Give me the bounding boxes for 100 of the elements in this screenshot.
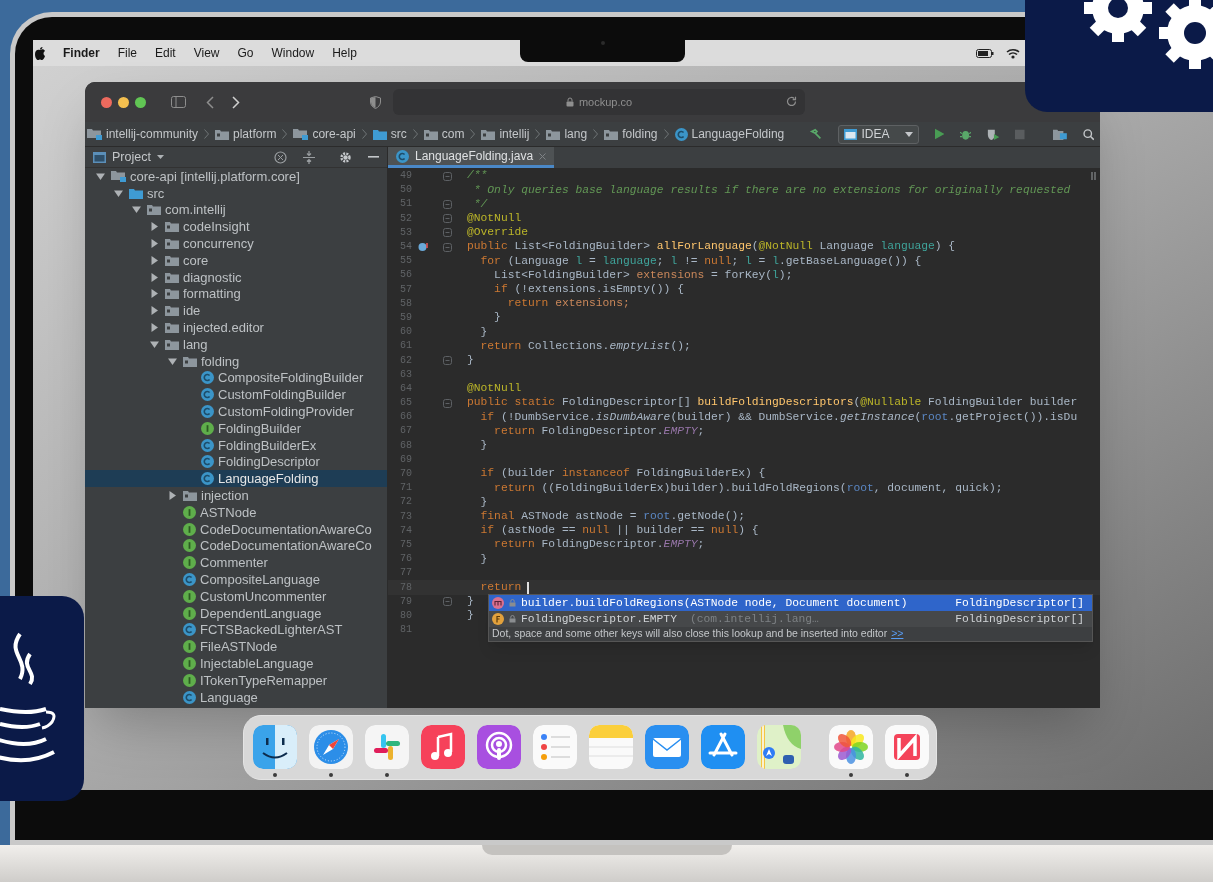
breadcrumb-link[interactable]: src <box>372 125 407 143</box>
tree-item[interactable]: CustomFoldingProvider <box>85 403 387 420</box>
music-note-icon[interactable] <box>421 725 465 769</box>
tree-item[interactable]: CodeDocumentationAwareCo <box>85 537 387 555</box>
envelope-icon[interactable] <box>645 725 689 769</box>
shield-icon[interactable] <box>370 95 381 109</box>
breadcrumb-link[interactable]: platform <box>215 125 277 143</box>
triangle-down-icon[interactable] <box>95 171 105 181</box>
gear-icon[interactable] <box>339 150 352 164</box>
menu-item[interactable]: View <box>193 44 220 62</box>
fold-marker-icon[interactable] <box>442 171 452 181</box>
close-window-button[interactable] <box>101 96 112 108</box>
news-icon[interactable] <box>885 725 929 769</box>
triangle-down-icon[interactable] <box>149 339 159 349</box>
tree-item[interactable]: FoldingBuilderEx <box>85 436 387 454</box>
tree-item[interactable]: diagnostic <box>85 268 387 286</box>
override-marker-icon[interactable] <box>417 242 429 253</box>
smiling-face-icon[interactable] <box>253 725 297 769</box>
tree-item[interactable]: Commenter <box>85 554 387 572</box>
forward-icon[interactable] <box>232 95 240 109</box>
compass-icon[interactable] <box>309 725 353 769</box>
breadcrumb-link[interactable]: lang <box>546 125 588 143</box>
tree-item[interactable]: concurrency <box>85 235 387 252</box>
breadcrumb-link[interactable]: core-api <box>293 125 356 143</box>
fold-marker-icon[interactable] <box>442 242 452 252</box>
more-link[interactable]: >> <box>891 626 904 642</box>
back-icon[interactable] <box>206 95 214 109</box>
minimize-window-button[interactable] <box>118 96 129 108</box>
tree-item[interactable]: DependentLanguage <box>85 604 387 622</box>
tree-item[interactable]: core-api [intellij.platform.core] <box>85 168 387 185</box>
map-icon[interactable] <box>757 725 801 769</box>
tree-item[interactable]: CodeDocumentationAwareCo <box>85 520 387 538</box>
address-field[interactable]: mockup.co <box>393 89 805 115</box>
project-structure-icon[interactable] <box>1052 127 1067 141</box>
triangle-right-icon[interactable] <box>149 239 159 249</box>
completion-item[interactable]: FoldingDescriptor.EMPTY (com.intellij.lang… FoldingDescriptor[] <box>489 611 1092 627</box>
hammer-icon[interactable] <box>810 127 822 141</box>
tree-item[interactable]: CompositeFoldingBuilder <box>85 369 387 387</box>
tree-item[interactable]: InjectableLanguage <box>85 655 387 672</box>
app-store-icon[interactable] <box>701 725 745 769</box>
menu-item[interactable]: Window <box>271 44 315 62</box>
tree-item[interactable]: LanguageFolding <box>85 470 387 488</box>
breadcrumb-link[interactable]: LanguageFolding <box>674 125 785 143</box>
tree-item[interactable]: FoldingDescriptor <box>85 453 387 471</box>
triangle-down-icon[interactable] <box>113 188 123 198</box>
sidebar-icon[interactable] <box>171 96 186 108</box>
breadcrumb-link[interactable]: intellij <box>481 125 530 143</box>
menu-item[interactable]: File <box>117 44 137 62</box>
triangle-right-icon[interactable] <box>149 255 159 265</box>
tree-item[interactable]: CustomFoldingBuilder <box>85 386 387 404</box>
fold-marker-icon[interactable] <box>442 228 452 238</box>
collapse-all-icon[interactable] <box>303 150 315 164</box>
tree-item[interactable]: CompositeLanguage <box>85 571 387 588</box>
breadcrumb-link[interactable]: intellij-community <box>87 125 199 143</box>
apple-icon[interactable] <box>35 46 45 60</box>
tree-item[interactable]: codeInsight <box>85 218 387 236</box>
tree-item[interactable]: ASTNode <box>85 503 387 521</box>
run-icon[interactable] <box>934 128 945 140</box>
triangle-right-icon[interactable] <box>149 306 159 316</box>
tree-item[interactable]: folding <box>85 352 387 370</box>
tree-item[interactable]: injected.editor <box>85 319 387 336</box>
reload-icon[interactable] <box>786 96 797 107</box>
pause-bars-icon[interactable] <box>1091 172 1096 180</box>
tree-item[interactable]: Language <box>85 688 387 706</box>
triangle-right-icon[interactable] <box>149 323 159 333</box>
menu-item[interactable]: Go <box>237 44 254 62</box>
tree-item[interactable]: FileASTNode <box>85 638 387 656</box>
fold-marker-icon[interactable] <box>442 356 452 366</box>
flower-icon[interactable] <box>829 725 873 769</box>
zoom-window-button[interactable] <box>135 96 146 108</box>
tree-item[interactable]: formatting <box>85 285 387 303</box>
triangle-right-icon[interactable] <box>149 289 159 299</box>
fold-marker-icon[interactable] <box>442 199 452 209</box>
fold-marker-icon[interactable] <box>442 214 452 224</box>
tree-item[interactable]: core <box>85 252 387 269</box>
tree-item[interactable]: ide <box>85 302 387 320</box>
menu-item[interactable]: Edit <box>155 44 176 62</box>
hash-icon[interactable] <box>365 725 409 769</box>
search-icon[interactable] <box>1082 127 1094 141</box>
tree-item[interactable]: FCTSBackedLighterAST <box>85 621 387 639</box>
triangle-right-icon[interactable] <box>149 222 159 232</box>
checklist-icon[interactable] <box>533 725 577 769</box>
tree-item[interactable]: lang <box>85 335 387 353</box>
breadcrumb-link[interactable]: folding <box>604 125 658 143</box>
fold-marker-icon[interactable] <box>442 398 452 408</box>
battery-icon[interactable] <box>976 48 994 58</box>
podcast-icon[interactable] <box>477 725 521 769</box>
breadcrumb-link[interactable]: com <box>423 125 465 143</box>
tree-item[interactable]: FoldingBuilder <box>85 419 387 437</box>
close-icon[interactable] <box>539 152 547 160</box>
editor-tab[interactable]: LanguageFolding.java <box>388 147 555 168</box>
tree-item[interactable]: src <box>85 184 387 202</box>
triangle-down-icon[interactable] <box>167 356 177 366</box>
run-configuration-dropdown[interactable]: IDEA <box>837 124 919 144</box>
tree-item[interactable]: CustomUncommenter <box>85 587 387 605</box>
panel-title[interactable]: Project <box>112 147 151 167</box>
tree-item[interactable]: injection <box>85 487 387 504</box>
menu-item[interactable]: Finder <box>63 44 100 62</box>
triangle-right-icon[interactable] <box>167 491 177 501</box>
menu-item[interactable]: Help <box>332 44 357 62</box>
